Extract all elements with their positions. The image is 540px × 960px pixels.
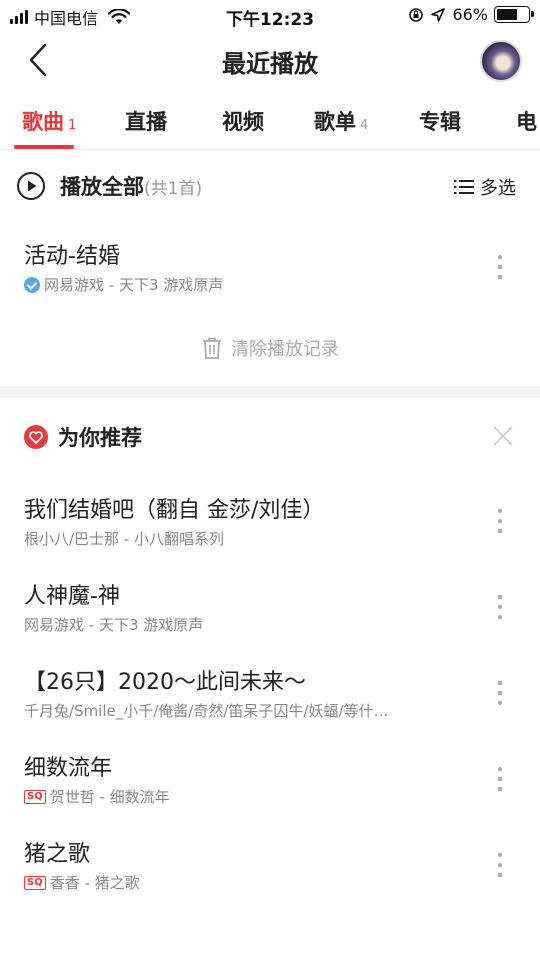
song-row[interactable]: 我们结婚吧（翻自 金莎/刘佳） 根小八/巴士那 - 小八翻唱系列	[0, 486, 540, 572]
more-options-button[interactable]	[488, 592, 512, 622]
battery-fill	[497, 9, 517, 20]
tab-label: 专辑	[419, 110, 461, 134]
page-title: 最近播放	[222, 50, 318, 78]
play-all-text: 播放全部	[60, 175, 144, 199]
more-options-button[interactable]	[488, 850, 512, 880]
song-subtitle-row: 网易游戏 - 天下3 游戏原声	[24, 614, 203, 635]
song-subtitle-row: SQ 贺世哲 - 细数流年	[24, 786, 170, 807]
battery-percent: 66%	[452, 5, 488, 24]
tab-live[interactable]: 直播	[125, 106, 167, 136]
orientation-lock-icon	[409, 7, 424, 22]
song-title: 活动-结婚	[24, 244, 120, 269]
tab-label: 视频	[222, 110, 264, 134]
tab-label: 直播	[125, 110, 167, 134]
close-icon[interactable]	[492, 425, 514, 447]
status-right: 66%	[408, 5, 534, 24]
battery-icon	[494, 6, 534, 23]
status-bar: 中国电信 下午12:23 66%	[0, 0, 540, 32]
verified-icon	[24, 276, 40, 293]
avatar[interactable]	[480, 40, 522, 82]
play-all-count: (共1首)	[144, 179, 203, 199]
song-title: 我们结婚吧（翻自 金莎/刘佳）	[24, 498, 325, 523]
clear-history-label: 清除播放记录	[231, 339, 339, 360]
clear-history-button[interactable]: 清除播放记录	[0, 330, 540, 366]
multiselect-label: 多选	[480, 178, 516, 199]
more-options-button[interactable]	[488, 252, 512, 282]
song-subtitle-row: SQ 香香 - 猪之歌	[24, 872, 140, 893]
song-subtitle: 网易游戏 - 天下3 游戏原声	[44, 276, 224, 294]
song-row[interactable]: 细数流年 SQ 贺世哲 - 细数流年	[0, 744, 540, 830]
tab-label: 歌单	[314, 110, 356, 134]
list-icon	[454, 180, 474, 194]
song-subtitle: 根小八/巴士那 - 小八翻唱系列	[24, 530, 225, 548]
song-row[interactable]: 活动-结婚 网易游戏 - 天下3 游戏原声	[0, 232, 540, 318]
play-all-label: 播放全部(共1首)	[60, 171, 202, 201]
play-all-bar[interactable]: 播放全部(共1首) 多选	[0, 158, 540, 214]
song-subtitle: 香香 - 猪之歌	[49, 874, 140, 892]
tab-playlists[interactable]: 歌单 4	[314, 106, 368, 136]
song-row[interactable]: 人神魔-神 网易游戏 - 天下3 游戏原声	[0, 572, 540, 658]
song-subtitle: 贺世哲 - 细数流年	[49, 788, 170, 806]
location-icon	[431, 7, 446, 22]
header: 最近播放	[0, 32, 540, 90]
song-title: 【26只】2020～此间未来～	[24, 670, 306, 695]
active-tab-indicator	[14, 145, 74, 149]
tab-bar: 歌曲 1 直播 视频 歌单 4 专辑 电	[0, 100, 540, 150]
more-options-button[interactable]	[488, 678, 512, 708]
more-options-button[interactable]	[488, 506, 512, 536]
tab-count: 4	[360, 118, 369, 133]
song-subtitle-row: 根小八/巴士那 - 小八翻唱系列	[24, 528, 224, 549]
song-subtitle-row: 千月兔/Smile_小千/俺酱/奇然/笛呆子囚牛/妖蝠/等什…	[24, 700, 389, 721]
tab-label: 电	[516, 110, 537, 134]
tab-videos[interactable]: 视频	[222, 106, 264, 136]
recommend-header: 为你推荐	[0, 416, 540, 458]
sq-quality-badge: SQ	[24, 875, 46, 890]
song-subtitle: 网易游戏 - 天下3 游戏原声	[24, 616, 204, 634]
song-subtitle-row: 网易游戏 - 天下3 游戏原声	[24, 274, 223, 295]
heart-icon	[24, 425, 48, 449]
tab-albums[interactable]: 专辑	[419, 106, 461, 136]
tab-label: 歌曲	[22, 110, 64, 134]
tab-count: 1	[68, 118, 77, 133]
tab-songs[interactable]: 歌曲 1	[22, 106, 76, 136]
song-title: 猪之歌	[24, 842, 91, 867]
recommend-title: 为你推荐	[58, 426, 142, 450]
multiselect-button[interactable]: 多选	[454, 174, 516, 200]
more-options-button[interactable]	[488, 764, 512, 794]
sq-quality-badge: SQ	[24, 789, 46, 804]
play-circle-icon	[17, 172, 45, 200]
song-subtitle: 千月兔/Smile_小千/俺酱/奇然/笛呆子囚牛/妖蝠/等什…	[24, 702, 389, 720]
song-title: 人神魔-神	[24, 584, 120, 609]
trash-icon	[203, 337, 221, 359]
tab-radio[interactable]: 电	[516, 106, 537, 136]
section-divider	[0, 386, 540, 398]
song-row[interactable]: 【26只】2020～此间未来～ 千月兔/Smile_小千/俺酱/奇然/笛呆子囚牛…	[0, 658, 540, 744]
song-row[interactable]: 猪之歌 SQ 香香 - 猪之歌	[0, 830, 540, 916]
song-title: 细数流年	[24, 756, 113, 781]
